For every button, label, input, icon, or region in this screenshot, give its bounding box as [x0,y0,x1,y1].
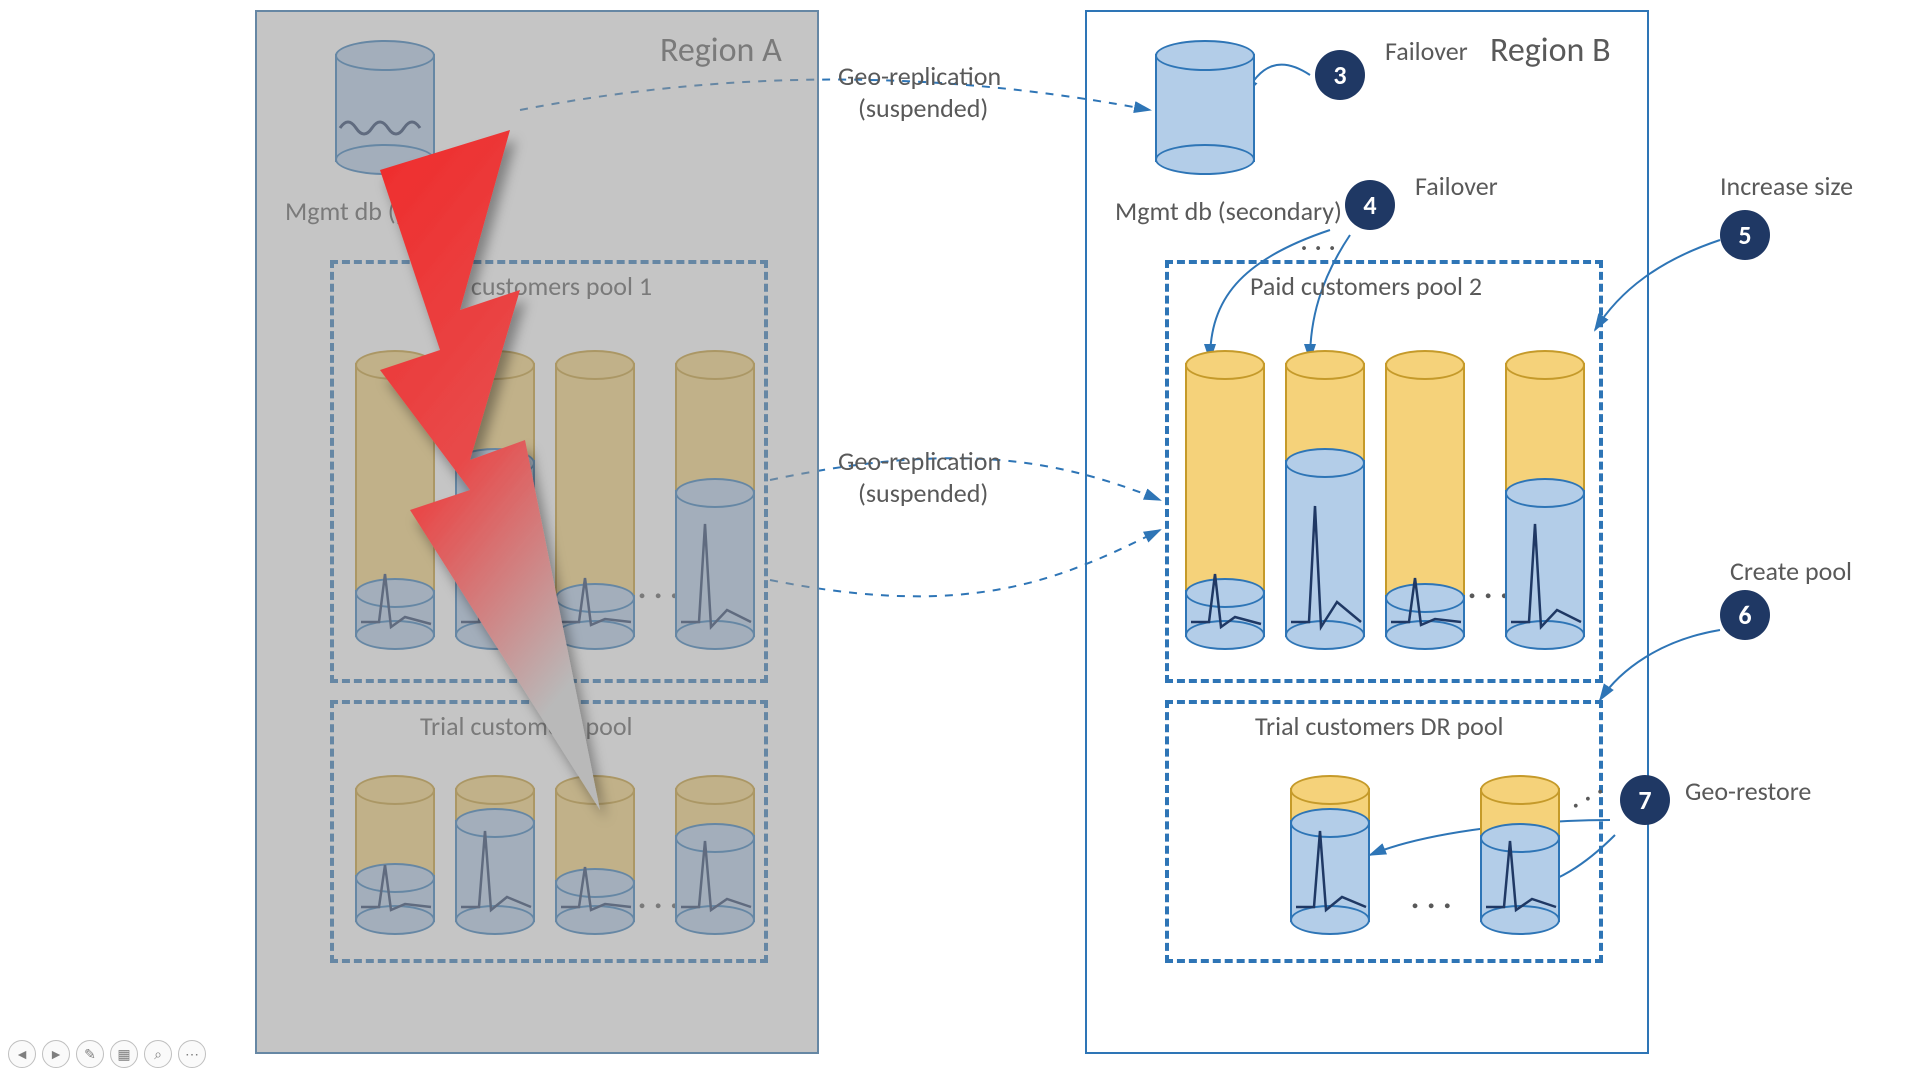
pen-button[interactable]: ✎ [76,1040,104,1068]
diagram-stage: Region A Mgmt db (primary) Paid customer… [0,0,1917,1076]
step-4-label: Failover [1415,170,1498,202]
next-slide-button[interactable]: ► [42,1040,70,1068]
region-b-pool2-title: Trial customers DR pool [1255,710,1504,742]
magnifier-icon: ⌕ [154,1046,162,1063]
geo-rep-2a: Geo-replication [838,445,1001,477]
db-cylinder [1480,775,1560,935]
step-6-badge: 6 [1720,590,1770,640]
db-cylinder [1290,775,1370,935]
db-cylinder [1505,350,1585,650]
ellipsis: ... [1300,220,1342,259]
geo-rep-1a: Geo-replication [838,60,1001,92]
step-3-badge: 3 [1315,50,1365,100]
step-5-label: Increase size [1720,170,1853,202]
geo-rep-2b: (suspended) [858,477,988,509]
more-button[interactable]: ⋯ [178,1040,206,1068]
slides-button[interactable]: ▦ [110,1040,138,1068]
outage-icon [290,130,650,850]
db-cylinder [1185,350,1265,650]
zoom-button[interactable]: ⌕ [144,1040,172,1068]
presentation-toolbar: ◄ ► ✎ ▦ ⌕ ⋯ [8,1040,206,1068]
step-7-label: Geo-restore [1685,775,1811,807]
region-b-title: Region B [1490,30,1611,71]
step-7-badge: 7 [1620,775,1670,825]
step-6-label: Create pool [1730,555,1852,587]
db-cylinder [1285,350,1365,650]
step-4-badge: 4 [1345,180,1395,230]
step-3-label: Failover [1385,35,1468,67]
prev-slide-button[interactable]: ◄ [8,1040,36,1068]
ellipsis: ... [1410,870,1458,919]
region-b-pool1-title: Paid customers pool 2 [1250,270,1482,302]
db-cylinder [1385,350,1465,650]
mgmt-db-b-icon [1155,40,1255,175]
step-5-badge: 5 [1720,210,1770,260]
geo-rep-1b: (suspended) [858,92,988,124]
